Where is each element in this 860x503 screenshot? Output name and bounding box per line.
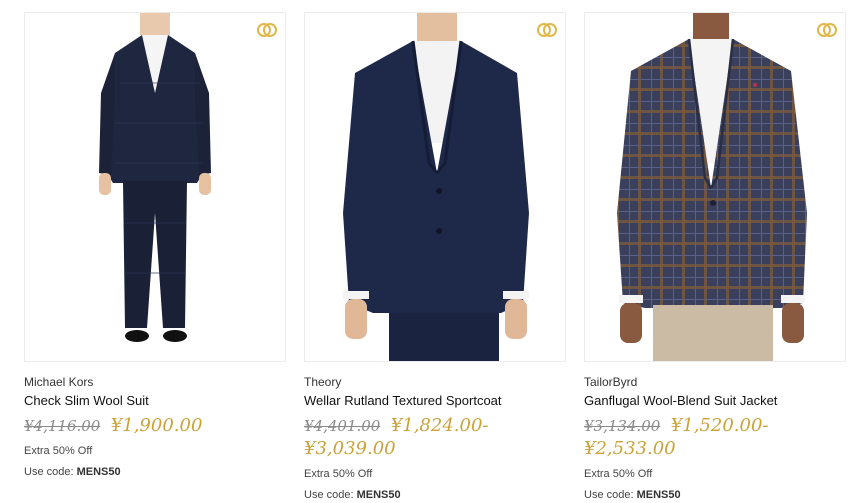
product-photo: [617, 13, 807, 361]
promo-text: Extra 50% Off: [584, 468, 653, 480]
product-image[interactable]: [24, 12, 286, 362]
product-photo: [343, 13, 529, 361]
product-image[interactable]: [584, 12, 846, 362]
rings-icon: [817, 23, 837, 37]
original-price: ¥4,401.00: [304, 417, 381, 435]
rings-icon: [257, 23, 277, 37]
code-label: Use code:: [304, 489, 354, 501]
promo-text: Extra 50% Off: [24, 445, 93, 457]
promo-code-row: Use code: MENS50: [584, 488, 846, 503]
promo-text: Extra 50% Off: [304, 468, 373, 480]
original-price: ¥4,116.00: [24, 417, 101, 435]
product-card[interactable]: Theory Wellar Rutland Textured Sportcoat…: [304, 12, 566, 503]
product-name[interactable]: Check Slim Wool Suit: [24, 393, 286, 409]
product-grid: Michael Kors Check Slim Wool Suit ¥4,116…: [0, 0, 860, 503]
product-card[interactable]: Michael Kors Check Slim Wool Suit ¥4,116…: [24, 12, 286, 480]
product-brand: TailorByrd: [584, 375, 638, 389]
sale-price: ¥1,900.00: [110, 415, 203, 436]
code-label: Use code:: [24, 466, 74, 478]
product-name[interactable]: Wellar Rutland Textured Sportcoat: [304, 393, 566, 409]
product-image[interactable]: [304, 12, 566, 362]
product-brand: Michael Kors: [24, 375, 94, 389]
product-card[interactable]: TailorByrd Ganflugal Wool-Blend Suit Jac…: [584, 12, 846, 503]
product-brand: Theory: [304, 375, 342, 389]
product-name[interactable]: Ganflugal Wool-Blend Suit Jacket: [584, 393, 846, 409]
code-label: Use code:: [584, 489, 634, 501]
promo-code-row: Use code: MENS50: [24, 465, 286, 480]
product-photo: [99, 13, 211, 342]
promo-code-row: Use code: MENS50: [304, 488, 566, 503]
promo-code: MENS50: [356, 489, 401, 501]
price-row: ¥4,401.00 ¥1,824.00- ¥3,039.00: [304, 415, 566, 461]
original-price: ¥3,134.00: [584, 417, 661, 435]
promo-code: MENS50: [636, 489, 681, 501]
price-row: ¥4,116.00 ¥1,900.00: [24, 415, 286, 438]
price-row: ¥3,134.00 ¥1,520.00-¥2,533.00: [584, 415, 846, 461]
rings-icon: [537, 23, 557, 37]
promo-code: MENS50: [76, 466, 121, 478]
